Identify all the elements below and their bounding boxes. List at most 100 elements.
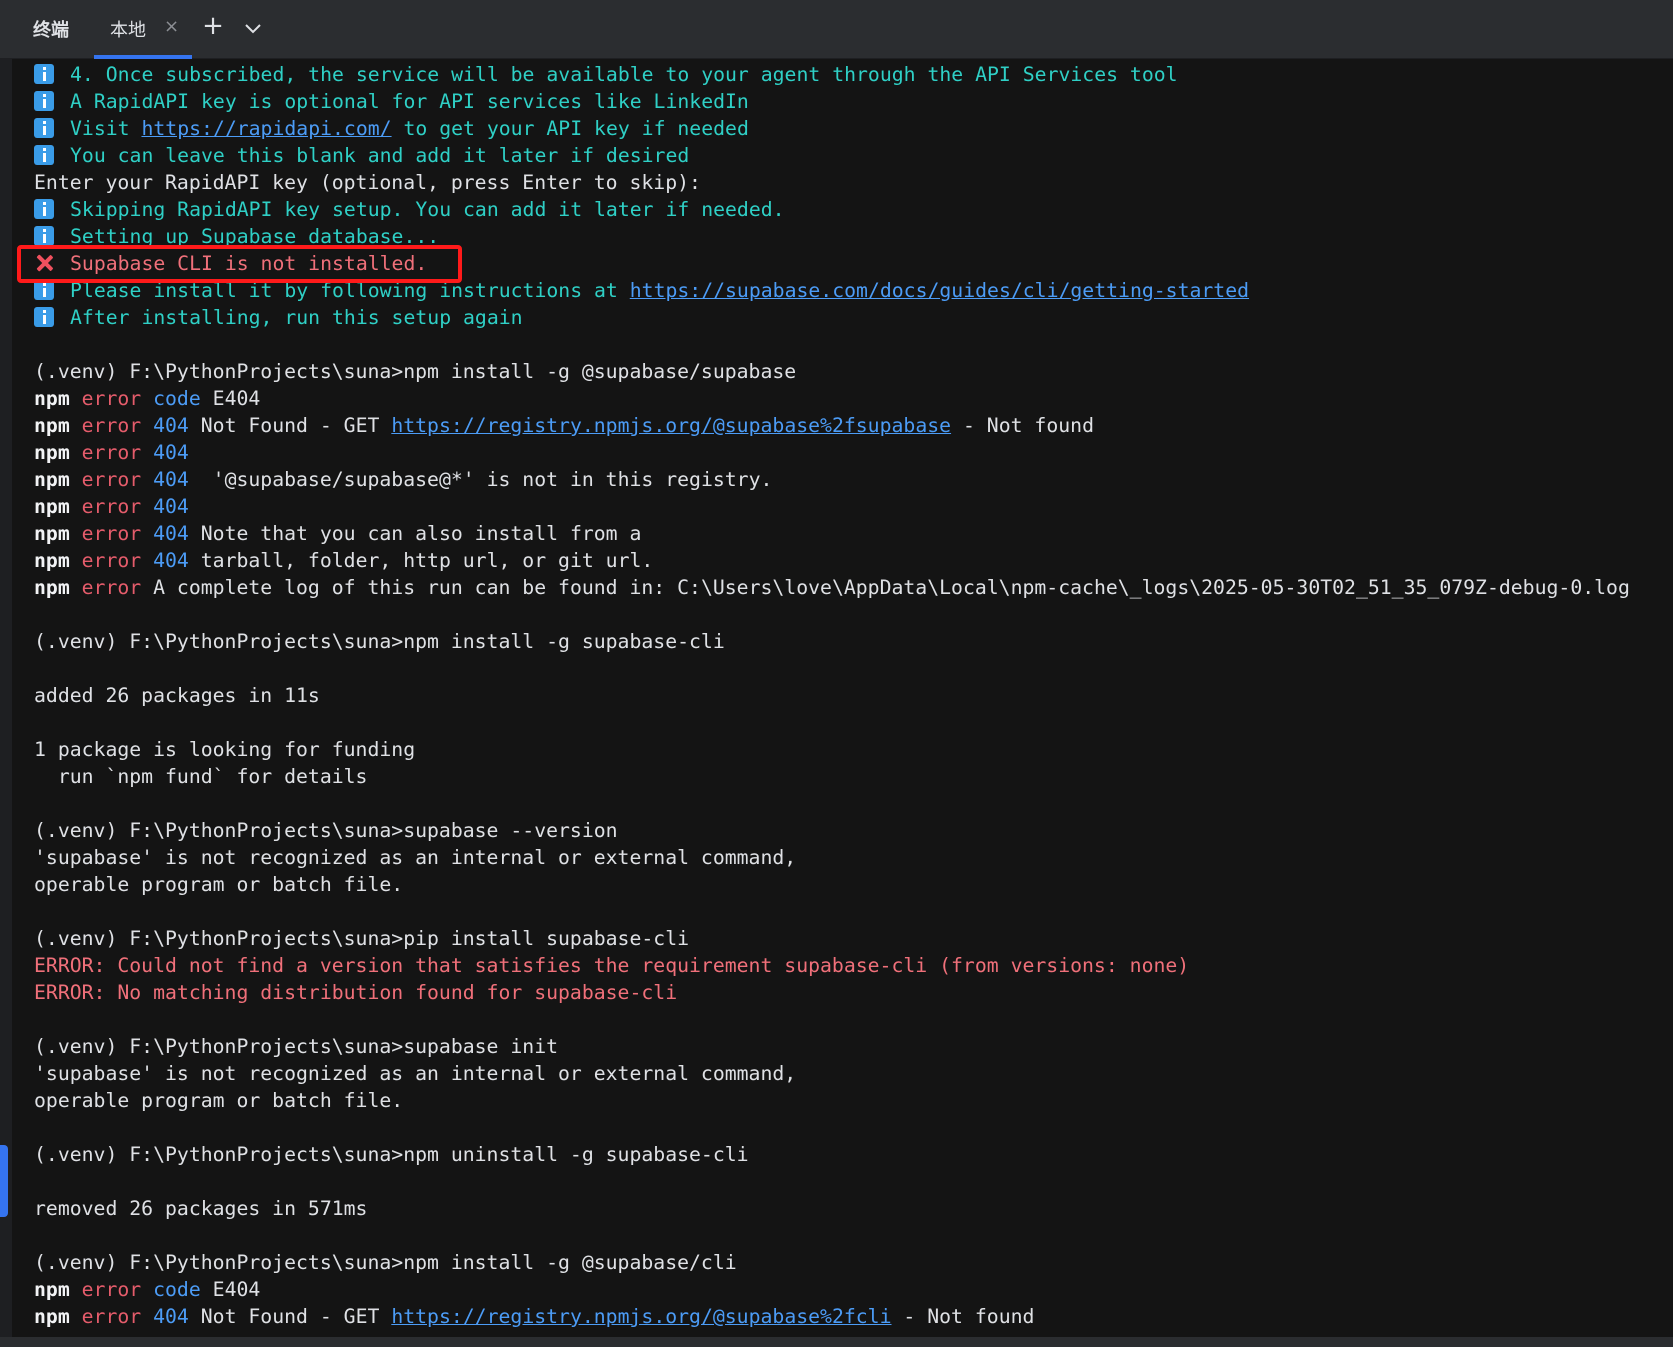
terminal-text: npm xyxy=(34,414,70,437)
terminal-text: error xyxy=(69,1305,142,1328)
tool-window-title: 终端 xyxy=(33,20,69,41)
terminal-line: npm error code E404 xyxy=(34,1276,1673,1303)
terminal-text: '@supabase/supabase@*' is not in this re… xyxy=(188,468,773,491)
info-icon xyxy=(34,307,54,327)
terminal-link[interactable]: https://registry.npmjs.org/@supabase%2fs… xyxy=(391,414,951,437)
terminal-text: 404 xyxy=(141,1305,189,1328)
terminal-text: Supabase CLI is not installed. xyxy=(70,252,428,275)
terminal-text: 4. Once subscribed, the service will be … xyxy=(70,63,1178,86)
left-gutter xyxy=(0,59,12,1347)
info-icon xyxy=(34,226,54,246)
terminal-link[interactable]: https://registry.npmjs.org/@supabase%2fc… xyxy=(391,1305,891,1328)
terminal-tab-bar: 终端 本地 × + xyxy=(0,0,1673,59)
terminal-line: After installing, run this setup again xyxy=(34,304,1673,331)
terminal-text: npm xyxy=(34,441,70,464)
tab-label: 本地 xyxy=(110,20,146,41)
terminal-text: operable program or batch file. xyxy=(34,873,404,896)
terminal-text: Please install it by following instructi… xyxy=(70,279,630,302)
terminal-text: npm xyxy=(34,1305,70,1328)
terminal-line: Enter your RapidAPI key (optional, press… xyxy=(34,169,1673,196)
terminal-text: 'supabase' is not recognized as an inter… xyxy=(34,1062,797,1085)
terminal-text: 404 xyxy=(141,495,189,518)
terminal-line: 'supabase' is not recognized as an inter… xyxy=(34,1060,1673,1087)
terminal-line: 4. Once subscribed, the service will be … xyxy=(34,61,1673,88)
terminal-link[interactable]: https://supabase.com/docs/guides/cli/get… xyxy=(630,279,1249,302)
terminal-text: to get your API key if needed xyxy=(391,117,749,140)
terminal-line: (.venv) F:\PythonProjects\suna>npm unins… xyxy=(34,1141,1673,1168)
terminal-text: - Not found xyxy=(951,414,1094,437)
terminal-text: E404 xyxy=(200,387,261,410)
terminal-text: npm xyxy=(34,387,70,410)
terminal-text: Not Found - GET xyxy=(188,414,392,437)
terminal-text: operable program or batch file. xyxy=(34,1089,404,1112)
terminal-line: Supabase CLI is not installed. xyxy=(34,250,1673,277)
terminal-line: (.venv) F:\PythonProjects\suna>npm insta… xyxy=(34,628,1673,655)
terminal-text: (.venv) F:\PythonProjects\suna>npm unins… xyxy=(34,1143,749,1166)
terminal-text: code xyxy=(141,1278,201,1301)
terminal-text: tarball, folder, http url, or git url. xyxy=(188,549,654,572)
terminal-text: npm xyxy=(34,495,70,518)
terminal-text: 1 package is looking for funding xyxy=(34,738,416,761)
close-icon[interactable]: × xyxy=(164,16,179,37)
terminal-output[interactable]: 4. Once subscribed, the service will be … xyxy=(16,59,1673,1337)
terminal-line: You can leave this blank and add it late… xyxy=(34,142,1673,169)
info-icon xyxy=(34,91,54,111)
terminal-text: error xyxy=(69,441,142,464)
terminal-text: A RapidAPI key is optional for API servi… xyxy=(70,90,749,113)
terminal-text: (.venv) F:\PythonProjects\suna>npm insta… xyxy=(34,630,725,653)
terminal-line: npm error 404 xyxy=(34,493,1673,520)
terminal-text: error xyxy=(69,576,142,599)
terminal-text: error xyxy=(69,468,142,491)
terminal-line: A RapidAPI key is optional for API servi… xyxy=(34,88,1673,115)
terminal-text: error xyxy=(69,522,142,545)
terminal-line: npm error 404 xyxy=(34,439,1673,466)
info-icon xyxy=(34,199,54,219)
terminal-line: Please install it by following instructi… xyxy=(34,277,1673,304)
terminal-text: Setting up Supabase database... xyxy=(70,225,440,248)
terminal-line: npm error 404 Not Found - GET https://re… xyxy=(34,412,1673,439)
info-icon xyxy=(34,118,54,138)
tab-local[interactable]: 本地 × xyxy=(94,0,192,59)
terminal-text: error xyxy=(69,414,142,437)
terminal-text: (.venv) F:\PythonProjects\suna>supabase … xyxy=(34,1035,559,1058)
terminal-line: operable program or batch file. xyxy=(34,871,1673,898)
terminal-text: (.venv) F:\PythonProjects\suna>npm insta… xyxy=(34,1251,737,1274)
terminal-text: error xyxy=(69,549,142,572)
terminal-text: Skipping RapidAPI key setup. You can add… xyxy=(70,198,785,221)
terminal-text: 404 xyxy=(141,441,189,464)
plus-icon[interactable]: + xyxy=(200,13,226,40)
terminal-line: removed 26 packages in 571ms xyxy=(34,1195,1673,1222)
terminal-text: error xyxy=(69,387,142,410)
terminal-text: ERROR: Could not find a version that sat… xyxy=(34,954,1190,977)
error-x-icon xyxy=(34,253,54,273)
chevron-down-icon[interactable] xyxy=(244,20,262,39)
terminal-text: A complete log of this run can be found … xyxy=(141,576,1630,599)
info-icon xyxy=(34,64,54,84)
terminal-text: npm xyxy=(34,1278,70,1301)
terminal-line: npm error code E404 xyxy=(34,385,1673,412)
terminal-text: error xyxy=(69,1278,142,1301)
terminal-text: 404 xyxy=(141,414,189,437)
terminal-line: npm error 404 Note that you can also ins… xyxy=(34,520,1673,547)
terminal-lines: 4. Once subscribed, the service will be … xyxy=(34,61,1673,1330)
terminal-text: Note that you can also install from a xyxy=(188,522,642,545)
terminal-text: (.venv) F:\PythonProjects\suna>pip insta… xyxy=(34,927,690,950)
terminal-text: npm xyxy=(34,522,70,545)
terminal-text: Enter your RapidAPI key (optional, press… xyxy=(34,171,701,194)
terminal-text: 404 xyxy=(141,468,189,491)
terminal-text: added 26 packages in 11s xyxy=(34,684,320,707)
horizontal-scrollbar[interactable] xyxy=(0,1337,1673,1347)
terminal-line: run `npm fund` for details xyxy=(34,763,1673,790)
terminal-line: 'supabase' is not recognized as an inter… xyxy=(34,844,1673,871)
terminal-line: ERROR: No matching distribution found fo… xyxy=(34,979,1673,1006)
terminal-link[interactable]: https://rapidapi.com/ xyxy=(141,117,391,140)
terminal-text: npm xyxy=(34,549,70,572)
terminal-text: error xyxy=(69,495,142,518)
terminal-line: operable program or batch file. xyxy=(34,1087,1673,1114)
